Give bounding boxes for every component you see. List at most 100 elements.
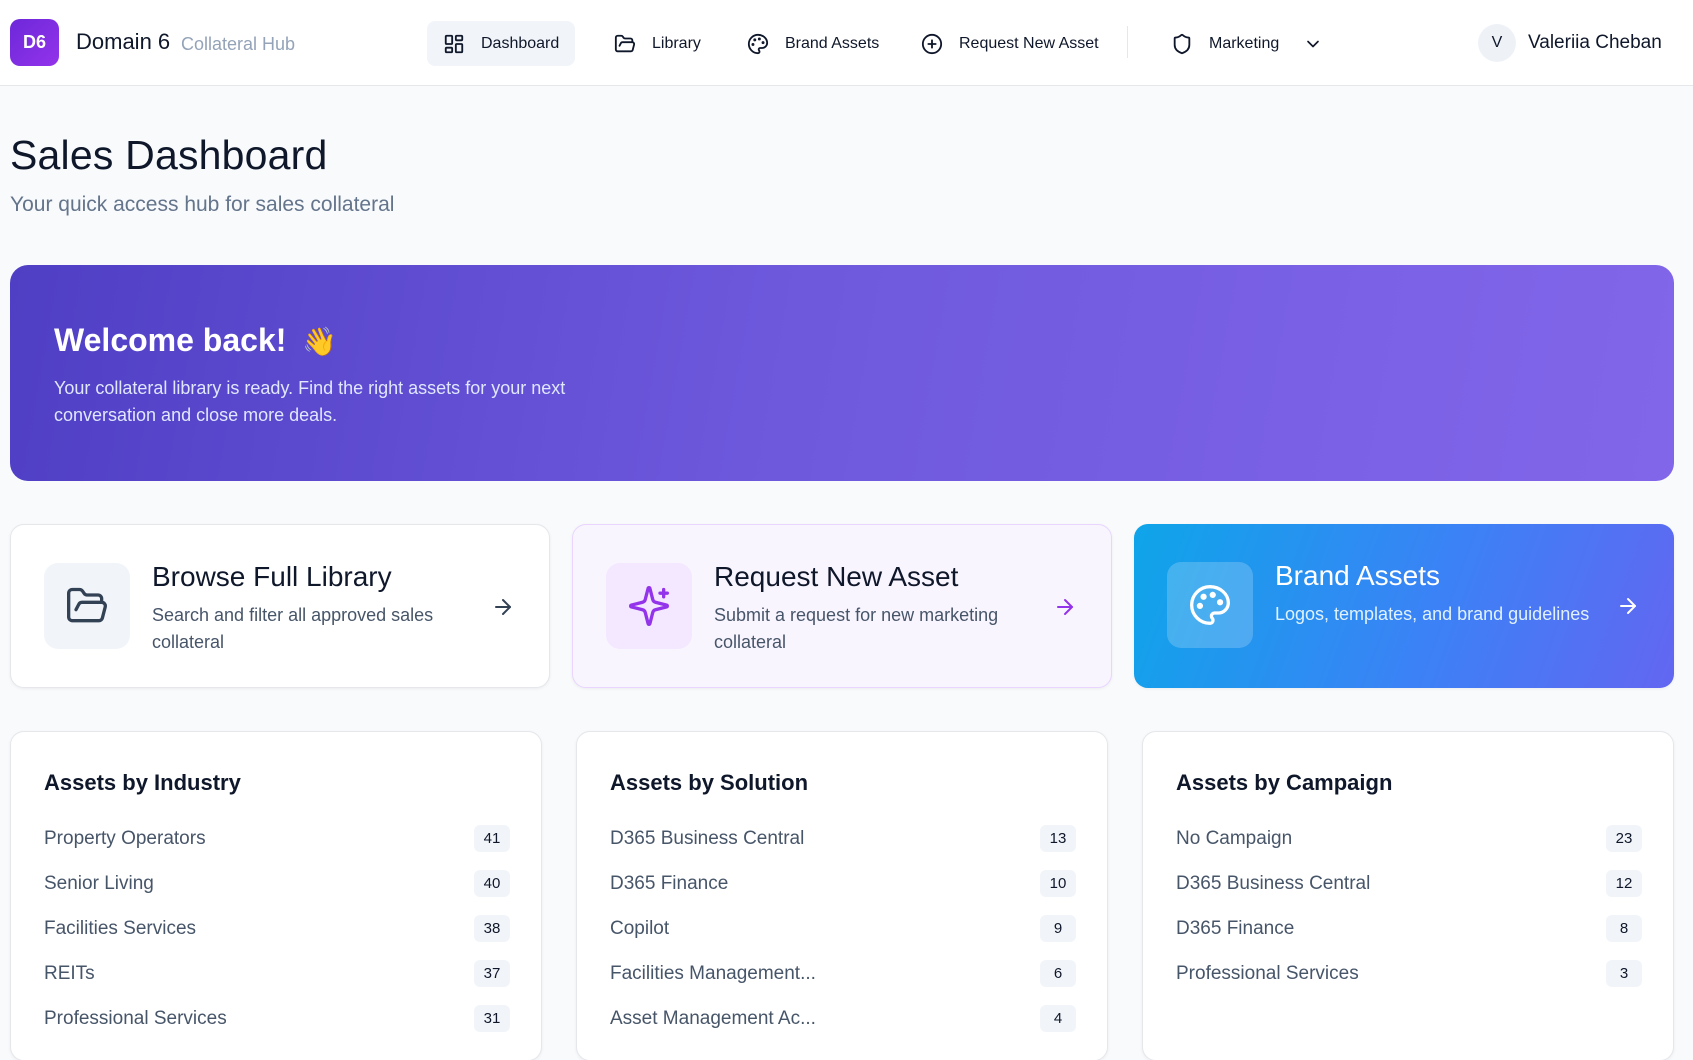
count-badge: 12	[1606, 870, 1642, 897]
list-item-label: Facilities Management...	[610, 962, 816, 984]
browse-library-desc: Search and filter all approved sales col…	[152, 605, 434, 652]
brand-name[interactable]: Domain 6	[76, 29, 170, 55]
stat-card-title: Assets by Campaign	[1176, 770, 1393, 795]
chevron-down-icon	[1307, 40, 1320, 47]
request-asset-desc: Submit a request for new marketing colla…	[714, 605, 999, 652]
list-item-label: No Campaign	[1176, 827, 1293, 849]
nav-library[interactable]: Library	[598, 21, 717, 66]
palette-icon	[1190, 585, 1230, 625]
request-asset-title: Request New Asset	[714, 561, 959, 592]
count-badge: 37	[474, 960, 510, 987]
nav-brand-assets[interactable]: Brand Assets	[731, 21, 895, 66]
user-name: Valeriia Cheban	[1528, 32, 1662, 53]
welcome-banner: Welcome back! 👋 Your collateral library i…	[10, 265, 1674, 481]
list-item[interactable]: Senior Living 40	[44, 861, 510, 906]
list-item-label: D365 Finance	[1176, 917, 1295, 939]
count-badge: 38	[474, 915, 510, 942]
shield-icon	[1173, 33, 1191, 54]
list-item[interactable]: Property Operators 41	[44, 816, 510, 861]
count-badge: 31	[474, 1005, 510, 1032]
list-item[interactable]: D365 Finance 8	[1176, 906, 1642, 951]
nav-dashboard[interactable]: Dashboard	[427, 21, 576, 66]
browse-library-card[interactable]: Browse Full Library Search and filter al…	[10, 524, 550, 688]
list-item[interactable]: D365 Business Central 12	[1176, 861, 1642, 906]
list-item[interactable]: D365 Finance 10	[610, 861, 1076, 906]
list-item-label: D365 Business Central	[610, 827, 805, 849]
solution-list: D365 Business Central 13 D365 Finance 10 C…	[610, 816, 1076, 1041]
assets-by-industry-card: Assets by Industry Property Operators 41 …	[10, 731, 542, 1060]
top-navigation: D6 Domain 6 Collateral Hub Dashboard Lib…	[0, 0, 1693, 86]
brand-assets-icon-tile	[1167, 562, 1253, 648]
campaign-list: No Campaign 23 D365 Business Central 12 D3…	[1176, 816, 1642, 996]
nav-request-new-asset[interactable]: Request New Asset	[905, 21, 1115, 66]
folder-icon	[614, 34, 636, 52]
count-badge: 4	[1040, 1005, 1076, 1032]
nav-library-label: Library	[652, 34, 701, 52]
arrow-right-icon	[1057, 599, 1073, 615]
list-item-label: Facilities Services	[44, 917, 197, 939]
count-badge: 40	[474, 870, 510, 897]
list-item-label: Asset Management Ac...	[610, 1007, 816, 1029]
list-item[interactable]: No Campaign 23	[1176, 816, 1642, 861]
role-switcher[interactable]: Marketing	[1155, 21, 1339, 66]
request-asset-card[interactable]: Request New Asset Submit a request for n…	[572, 524, 1112, 688]
list-item-label: Professional Services	[44, 1007, 227, 1029]
banner-title-text: Welcome back!	[54, 322, 287, 358]
count-badge: 8	[1606, 915, 1642, 942]
count-badge: 9	[1040, 915, 1076, 942]
list-item-label: D365 Business Central	[1176, 872, 1371, 894]
user-menu[interactable]: V Valeriia Cheban	[1478, 23, 1662, 63]
brand-assets-card[interactable]: Brand Assets Logos, templates, and brand…	[1134, 524, 1674, 688]
arrow-right-icon	[1620, 598, 1636, 614]
page-subtitle: Your quick access hub for sales collater…	[10, 193, 395, 216]
list-item[interactable]: D365 Business Central 13	[610, 816, 1076, 861]
request-asset-icon-tile	[606, 563, 692, 649]
list-item[interactable]: Asset Management Ac... 4	[610, 996, 1076, 1041]
nav-request-new-asset-label: Request New Asset	[959, 34, 1099, 52]
page-title: Sales Dashboard	[10, 132, 328, 178]
count-badge: 3	[1606, 960, 1642, 987]
list-item-label: Senior Living	[44, 872, 154, 894]
arrow-right-icon	[495, 599, 511, 615]
list-item-label: D365 Finance	[610, 872, 729, 894]
count-badge: 41	[474, 825, 510, 852]
list-item[interactable]: Facilities Management... 6	[610, 951, 1076, 996]
stat-card-title: Assets by Industry	[44, 770, 241, 795]
count-badge: 23	[1606, 825, 1642, 852]
list-item[interactable]: Copilot 9	[610, 906, 1076, 951]
plus-circle-icon	[921, 33, 943, 54]
list-item[interactable]: Facilities Services 38	[44, 906, 510, 951]
list-item-label: Property Operators	[44, 827, 206, 849]
folder-open-icon	[67, 587, 107, 623]
list-item[interactable]: REITs 37	[44, 951, 510, 996]
industry-list: Property Operators 41 Senior Living 40 Fac…	[44, 816, 510, 1041]
nav-divider	[1127, 26, 1128, 58]
avatar[interactable]: V	[1478, 24, 1516, 62]
dashboard-grid-icon	[444, 34, 464, 53]
list-item[interactable]: Professional Services 3	[1176, 951, 1642, 996]
waving-hand-icon: 👋	[302, 326, 338, 357]
list-item[interactable]: Professional Services 31	[44, 996, 510, 1041]
assets-by-solution-card: Assets by Solution D365 Business Central…	[576, 731, 1108, 1060]
list-item-label: Copilot	[610, 917, 670, 939]
palette-icon	[747, 33, 769, 54]
brand-assets-title: Brand Assets	[1275, 560, 1440, 591]
count-badge: 10	[1040, 870, 1076, 897]
nav-dashboard-label: Dashboard	[481, 34, 560, 52]
browse-library-icon-tile	[44, 563, 130, 649]
count-badge: 13	[1040, 825, 1076, 852]
list-item-label: REITs	[44, 962, 95, 984]
role-label: Marketing	[1209, 34, 1280, 52]
list-item-label: Professional Services	[1176, 962, 1359, 984]
banner-text: Your collateral library is ready. Find t…	[54, 378, 566, 425]
brand-subtitle: Collateral Hub	[181, 34, 296, 54]
assets-by-campaign-card: Assets by Campaign No Campaign 23 D365 Bu…	[1142, 731, 1674, 1060]
count-badge: 6	[1040, 960, 1076, 987]
browse-library-title: Browse Full Library	[152, 561, 392, 592]
brand-assets-desc: Logos, templates, and brand guidelines	[1275, 604, 1590, 624]
banner-title: Welcome back! 👋	[54, 322, 337, 359]
stat-card-title: Assets by Solution	[610, 770, 809, 795]
sparkles-icon	[629, 586, 669, 626]
logo-badge[interactable]: D6	[10, 19, 59, 66]
nav-brand-assets-label: Brand Assets	[785, 34, 880, 52]
